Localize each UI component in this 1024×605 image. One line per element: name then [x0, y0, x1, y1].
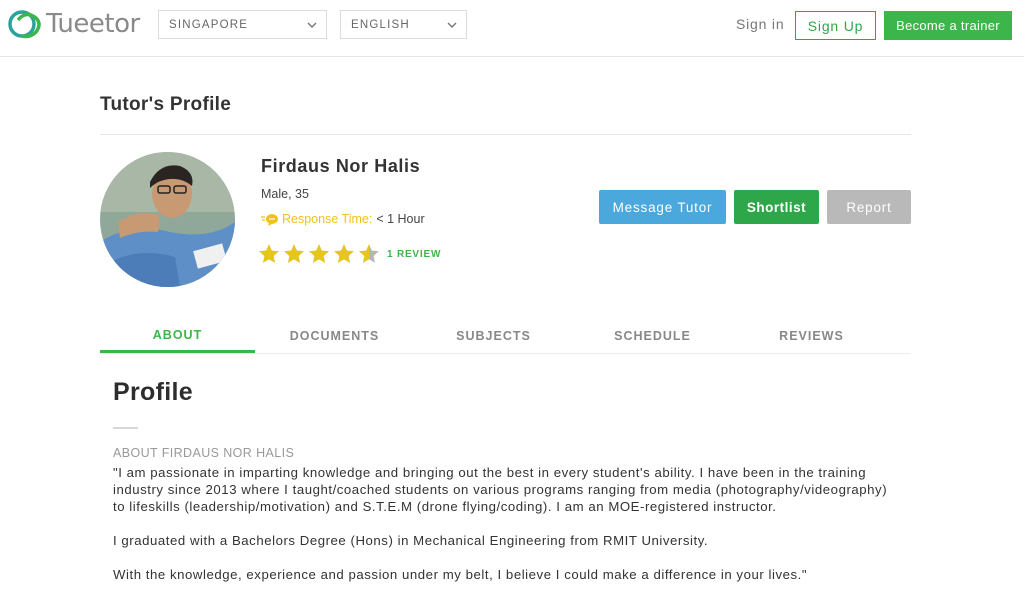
- top-header: Tueetor SINGAPORE ENGLISH Sign in Sign U…: [0, 0, 1024, 57]
- reviews-link[interactable]: 1 REVIEW: [387, 249, 441, 260]
- tab-subjects[interactable]: SUBJECTS: [414, 318, 573, 353]
- star-full-icon: [334, 244, 354, 263]
- language-select[interactable]: ENGLISH: [340, 10, 467, 39]
- logo[interactable]: Tueetor: [8, 6, 140, 42]
- become-trainer-button[interactable]: Become a trainer: [884, 11, 1012, 40]
- star-half-icon: [359, 244, 379, 263]
- star-rating: 1 REVIEW: [258, 243, 441, 265]
- avatar: [100, 152, 235, 287]
- chevron-down-icon: [447, 22, 457, 28]
- sign-in-link[interactable]: Sign in: [736, 16, 784, 32]
- sign-up-button[interactable]: Sign Up: [795, 11, 876, 40]
- star-full-icon: [284, 244, 304, 263]
- about-heading: ABOUT FIRDAUS NOR HALIS: [113, 446, 295, 460]
- divider: [113, 427, 138, 429]
- logo-mark-icon: [8, 10, 41, 39]
- bio-paragraph: "I am passionate in imparting knowledge …: [113, 465, 888, 514]
- tab-schedule[interactable]: SCHEDULE: [573, 318, 732, 353]
- section-title: Profile: [113, 378, 193, 406]
- tutor-gender-age: Male, 35: [261, 187, 309, 201]
- chevron-down-icon: [307, 22, 317, 28]
- avatar-photo: [100, 152, 235, 287]
- country-select-value: SINGAPORE: [169, 18, 249, 31]
- bio-paragraph: With the knowledge, experience and passi…: [113, 567, 808, 582]
- tab-reviews[interactable]: REVIEWS: [732, 318, 891, 353]
- logo-text: Tueetor: [46, 9, 140, 39]
- star-full-icon: [259, 244, 279, 263]
- divider: [100, 134, 911, 135]
- profile-tabs: ABOUT DOCUMENTS SUBJECTS SCHEDULE REVIEW…: [100, 318, 911, 354]
- language-select-value: ENGLISH: [351, 18, 410, 31]
- stars: [258, 243, 383, 265]
- shortlist-button[interactable]: Shortlist: [734, 190, 819, 224]
- response-time-value: < 1 Hour: [376, 212, 425, 226]
- tab-about[interactable]: ABOUT: [100, 318, 255, 353]
- bio-text: "I am passionate in imparting knowledge …: [113, 464, 903, 600]
- message-tutor-button[interactable]: Message Tutor: [599, 190, 726, 224]
- tab-documents[interactable]: DOCUMENTS: [255, 318, 414, 353]
- country-select[interactable]: SINGAPORE: [158, 10, 327, 39]
- star-full-icon: [309, 244, 329, 263]
- response-time-label: Response Time:: [282, 212, 373, 226]
- chat-bubble-icon: [261, 214, 278, 226]
- tutor-name: Firdaus Nor Halis: [261, 156, 421, 176]
- bio-paragraph: I graduated with a Bachelors Degree (Hon…: [113, 533, 709, 548]
- page-title: Tutor's Profile: [100, 94, 232, 115]
- response-time: Response Time: < 1 Hour: [261, 212, 425, 226]
- report-button[interactable]: Report: [827, 190, 911, 224]
